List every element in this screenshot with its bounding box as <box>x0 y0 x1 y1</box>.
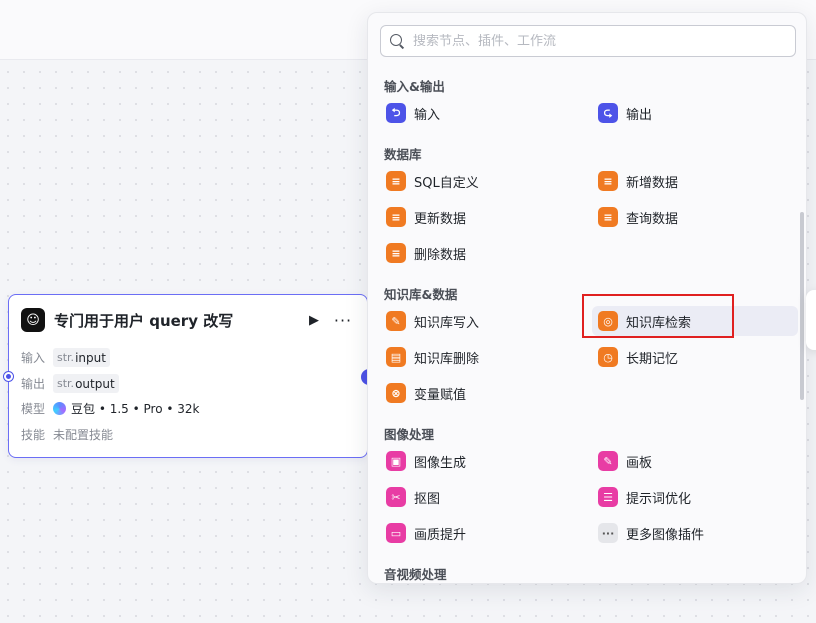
node-item-update-data[interactable]: ≡ 更新数据 <box>380 202 586 232</box>
skill-value: 未配置技能 <box>53 428 114 442</box>
memory-icon: ◷ <box>598 347 618 367</box>
input-port[interactable] <box>4 372 13 381</box>
knowledge-search-icon: ◎ <box>598 311 618 331</box>
variable-assign-icon: ⊗ <box>386 383 406 403</box>
item-label: 输出 <box>626 107 653 123</box>
image-enhance-icon: ▭ <box>386 523 406 543</box>
node-header: ☺ 专门用于用户 query 改写 ▶ ··· <box>21 307 355 333</box>
database-add-icon: ≡ <box>598 171 618 191</box>
section-title-io: 输入&输出 <box>384 79 445 94</box>
canvas-icon: ✎ <box>598 451 618 471</box>
node-item-prompt-optimize[interactable]: ☰ 提示词优化 <box>592 482 798 512</box>
run-icon[interactable]: ▶ <box>303 309 325 331</box>
item-label: 长期记忆 <box>626 351 679 367</box>
item-label: 查询数据 <box>626 211 679 227</box>
item-label: 图像生成 <box>414 455 467 471</box>
node-item-image-generate[interactable]: ▣ 图像生成 <box>380 446 586 476</box>
node-item-query-data[interactable]: ≡ 查询数据 <box>592 202 798 232</box>
more-options-icon[interactable]: ··· <box>331 309 355 331</box>
node-skill-row: 技能 未配置技能 <box>21 426 113 443</box>
more-icon: ··· <box>598 523 618 543</box>
item-label: 删除数据 <box>414 247 467 263</box>
section-title-knowledge: 知识库&数据 <box>384 287 458 302</box>
item-label: SQL自定义 <box>414 175 479 191</box>
param-name: output <box>75 376 115 391</box>
prompt-optimize-icon: ☰ <box>598 487 618 507</box>
knowledge-delete-icon: ▤ <box>386 347 406 367</box>
database-delete-icon: ≡ <box>386 243 406 263</box>
llm-node-card[interactable]: ☺ 专门用于用户 query 改写 ▶ ··· 输入 str. input 输出 … <box>4 294 379 458</box>
item-label: 抠图 <box>414 491 441 507</box>
item-label: 提示词优化 <box>626 491 692 507</box>
item-label: 知识库检索 <box>626 315 692 331</box>
section-title-image: 图像处理 <box>384 427 435 442</box>
node-item-variable-assign[interactable]: ⊗ 变量赋值 <box>380 378 586 408</box>
image-generate-icon: ▣ <box>386 451 406 471</box>
model-value: 豆包 • 1.5 • Pro • 32k <box>71 402 200 416</box>
node-item-delete-data[interactable]: ≡ 删除数据 <box>380 238 586 268</box>
output-label: 输出 <box>21 377 46 391</box>
node-title[interactable]: 专门用于用户 query 改写 <box>54 310 303 331</box>
cutout-icon: ✂ <box>386 487 406 507</box>
item-label: 知识库删除 <box>414 351 480 367</box>
param-type: str. <box>57 351 75 364</box>
database-update-icon: ≡ <box>386 207 406 227</box>
skill-label: 技能 <box>21 428 46 442</box>
item-label: 画质提升 <box>414 527 467 543</box>
item-label: 输入 <box>414 107 441 123</box>
doubao-model-icon <box>53 402 66 415</box>
model-label: 模型 <box>21 402 46 416</box>
node-item-sql-custom[interactable]: ≡ SQL自定义 <box>380 166 586 196</box>
item-label: 更多图像插件 <box>626 527 705 543</box>
node-output-row: 输出 str. output <box>21 374 119 393</box>
param-name: input <box>75 350 106 365</box>
node-item-long-term-memory[interactable]: ◷ 长期记忆 <box>592 342 798 372</box>
node-item-more-image-plugins[interactable]: ··· 更多图像插件 <box>592 518 798 548</box>
node-item-knowledge-search[interactable]: ◎ 知识库检索 <box>592 306 798 336</box>
section-title-database: 数据库 <box>384 147 422 162</box>
node-item-cutout[interactable]: ✂ 抠图 <box>380 482 586 512</box>
node-item-add-data[interactable]: ≡ 新增数据 <box>592 166 798 196</box>
search-box[interactable] <box>380 25 796 57</box>
search-icon <box>389 33 405 49</box>
search-input[interactable] <box>413 33 773 49</box>
node-item-input[interactable]: ⮌ 输入 <box>380 98 586 128</box>
item-label: 更新数据 <box>414 211 467 227</box>
database-query-icon: ≡ <box>598 207 618 227</box>
item-label: 新增数据 <box>626 175 679 191</box>
database-icon: ≡ <box>386 171 406 191</box>
section-title-audio-video: 音视频处理 <box>384 567 447 582</box>
llm-node-icon: ☺ <box>21 308 45 332</box>
node-item-knowledge-write[interactable]: ✎ 知识库写入 <box>380 306 586 336</box>
panel-scrollbar[interactable] <box>800 212 804 400</box>
node-item-output[interactable]: ⮎ 输出 <box>592 98 798 128</box>
node-item-knowledge-delete[interactable]: ▤ 知识库删除 <box>380 342 586 372</box>
knowledge-write-icon: ✎ <box>386 311 406 331</box>
node-item-image-enhance[interactable]: ▭ 画质提升 <box>380 518 586 548</box>
node-item-canvas[interactable]: ✎ 画板 <box>592 446 798 476</box>
node-model-row: 模型 豆包 • 1.5 • Pro • 32k <box>21 400 199 417</box>
node-picker-panel: 输入&输出 ⮌ 输入 ⮎ 输出 数据库 ≡ SQL自定义 ≡ 新增数据 ≡ 更新… <box>367 12 807 584</box>
input-label: 输入 <box>21 351 46 365</box>
item-label: 画板 <box>626 455 653 471</box>
item-label: 知识库写入 <box>414 315 480 331</box>
output-param-tag: str. output <box>53 374 119 393</box>
side-popover-edge <box>806 290 816 350</box>
node-input-row: 输入 str. input <box>21 348 110 367</box>
input-icon: ⮌ <box>386 103 406 123</box>
param-type: str. <box>57 377 75 390</box>
output-icon: ⮎ <box>598 103 618 123</box>
input-param-tag: str. input <box>53 348 110 367</box>
item-label: 变量赋值 <box>414 387 467 403</box>
